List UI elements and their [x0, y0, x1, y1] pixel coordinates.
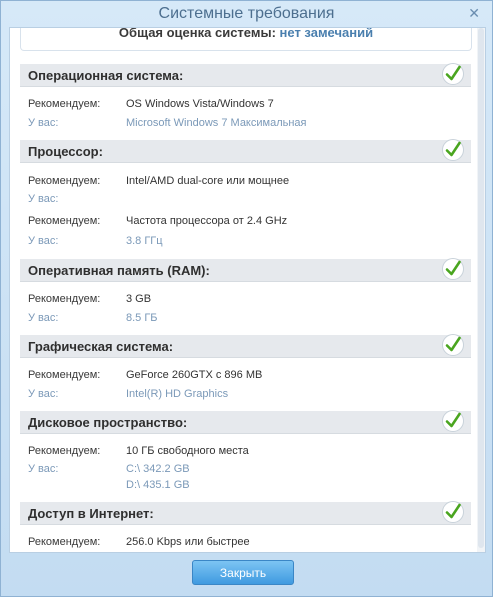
row-key: У вас:	[28, 463, 59, 475]
summary-bar: Общая оценка системы: нет замечаний	[20, 28, 472, 51]
current-row: У вас: C:\ 342.2 GB	[28, 463, 468, 479]
row-key: У вас:	[28, 117, 59, 129]
row-key: У вас:	[28, 235, 59, 247]
row-value: GeForce 260GTX с 896 MB	[126, 369, 263, 381]
section-title: Операционная система:	[28, 68, 184, 83]
close-button[interactable]: Закрыть	[192, 560, 294, 585]
row-value: 3 GB	[126, 293, 152, 305]
current-row: У вас: 8.5 ГБ	[28, 312, 468, 328]
row-value: Intel/AMD dual-core или мощнее	[126, 175, 290, 187]
section-title: Доступ в Интернет:	[28, 506, 154, 521]
row-value: 256.0 Kbps или быстрее	[126, 536, 250, 548]
section-header-cpu: Процессор:	[20, 139, 471, 163]
current-row: У вас:	[28, 193, 468, 209]
summary-label: Общая оценка системы:	[118, 28, 276, 40]
row-value: Microsoft Windows 7 Максимальная	[126, 117, 307, 129]
row-key: Рекомендуем:	[28, 369, 101, 381]
checkmark-icon	[442, 501, 464, 523]
row-key: Рекомендуем:	[28, 215, 101, 227]
row-value: 3.8 ГГц	[126, 235, 163, 247]
requirement-row: Рекомендуем: 256.0 Kbps или быстрее	[28, 536, 468, 552]
section-title: Графическая система:	[28, 339, 174, 354]
row-key: Рекомендуем:	[28, 293, 101, 305]
current-row: D:\ 435.1 GB	[28, 479, 468, 495]
scrollbar-thumb[interactable]	[478, 28, 484, 548]
row-key: Рекомендуем:	[28, 175, 101, 187]
row-key: У вас:	[28, 312, 59, 324]
titlebar: Системные требования ✕	[1, 1, 492, 27]
section-header-os: Операционная система:	[20, 63, 471, 87]
section-header-ram: Оперативная память (RAM):	[20, 258, 471, 282]
row-key: У вас:	[28, 388, 59, 400]
checkmark-icon	[442, 334, 464, 356]
row-value: 8.5 ГБ	[126, 312, 158, 324]
section-header-internet: Доступ в Интернет:	[20, 501, 471, 525]
checkmark-icon	[442, 410, 464, 432]
checkmark-icon	[442, 63, 464, 85]
summary-value: нет замечаний	[279, 28, 374, 40]
row-key: Рекомендуем:	[28, 536, 101, 548]
section-title: Дисковое пространство:	[28, 415, 188, 430]
requirement-row: Рекомендуем: Частота процессора от 2.4 G…	[28, 215, 468, 231]
row-value: Частота процессора от 2.4 GHz	[126, 215, 288, 227]
current-row: У вас: 3.8 ГГц	[28, 235, 468, 251]
requirement-row: Рекомендуем: GeForce 260GTX с 896 MB	[28, 369, 468, 385]
row-key: Рекомендуем:	[28, 98, 101, 110]
row-value: C:\ 342.2 GB	[126, 463, 190, 475]
vertical-scrollbar[interactable]	[477, 28, 485, 552]
requirements-content: Общая оценка системы: нет замечаний Опер…	[10, 28, 485, 548]
section-title: Оперативная память (RAM):	[28, 263, 210, 278]
row-key: У вас:	[28, 193, 59, 205]
row-value: 10 ГБ свободного места	[126, 445, 249, 457]
dialog-title: Системные требования	[158, 5, 335, 22]
checkmark-icon	[442, 258, 464, 280]
requirement-row: Рекомендуем: Intel/AMD dual-core или мощ…	[28, 175, 468, 191]
requirements-panel[interactable]: Общая оценка системы: нет замечаний Опер…	[9, 27, 486, 553]
row-value: D:\ 435.1 GB	[126, 479, 190, 491]
requirement-row: Рекомендуем: 10 ГБ свободного места	[28, 445, 468, 461]
requirement-row: Рекомендуем: 3 GB	[28, 293, 468, 309]
section-header-graphics: Графическая система:	[20, 334, 471, 358]
dialog-window: Системные требования ✕ Общая оценка сист…	[0, 0, 493, 597]
current-row: У вас: Microsoft Windows 7 Максимальная	[28, 117, 468, 133]
requirement-row: Рекомендуем: OS Windows Vista/Windows 7	[28, 98, 468, 114]
row-value: OS Windows Vista/Windows 7	[126, 98, 274, 110]
row-key: Рекомендуем:	[28, 445, 101, 457]
section-header-disk: Дисковое пространство:	[20, 410, 471, 434]
row-value: Intel(R) HD Graphics	[126, 388, 229, 400]
section-title: Процессор:	[28, 144, 103, 159]
checkmark-icon	[442, 139, 464, 161]
close-icon[interactable]: ✕	[468, 5, 480, 21]
current-row: У вас: Intel(R) HD Graphics	[28, 388, 468, 404]
